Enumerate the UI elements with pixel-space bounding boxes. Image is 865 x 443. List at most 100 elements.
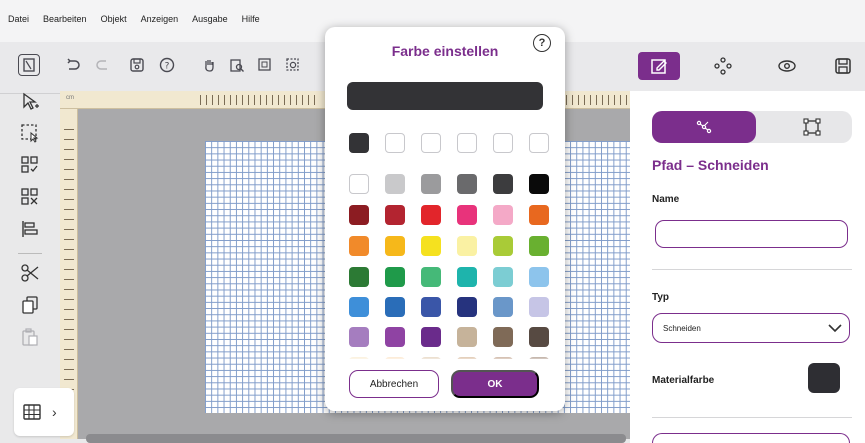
palette-color-swatch[interactable] xyxy=(421,267,441,287)
palette-color-swatch[interactable] xyxy=(493,205,513,225)
menu-hilfe[interactable]: Hilfe xyxy=(242,14,260,24)
palette-color-swatch[interactable] xyxy=(385,236,405,256)
material-color-swatch[interactable] xyxy=(808,363,840,393)
menu-bearbeiten[interactable]: Bearbeiten xyxy=(43,14,87,24)
recent-color-swatch[interactable] xyxy=(457,133,477,153)
palette-color-swatch[interactable] xyxy=(493,327,513,347)
material-label: Materialfarbe xyxy=(652,375,715,386)
zoom-fit-button[interactable] xyxy=(254,54,276,76)
tab-preview[interactable] xyxy=(766,52,808,80)
palette-color-swatch[interactable] xyxy=(349,327,369,347)
path-mode-toggle xyxy=(652,111,852,143)
name-input[interactable] xyxy=(655,220,848,248)
zoom-selection-icon xyxy=(286,58,299,71)
menu-datei[interactable]: Datei xyxy=(8,14,29,24)
palette-color-swatch[interactable] xyxy=(349,236,369,256)
palette-color-swatch[interactable] xyxy=(349,297,369,317)
mode-bounds-button[interactable] xyxy=(782,111,842,143)
tab-arrange[interactable] xyxy=(702,52,744,80)
palette-color-swatch[interactable] xyxy=(349,205,369,225)
dialog-title: Farbe einstellen xyxy=(391,43,499,59)
zoom-selection-button[interactable] xyxy=(282,54,304,76)
palette-color-swatch[interactable] xyxy=(421,327,441,347)
tab-edit[interactable] xyxy=(638,52,680,80)
chevron-down-icon xyxy=(828,324,842,333)
cancel-button[interactable]: Abbrechen xyxy=(349,370,439,398)
help-button[interactable]: ? xyxy=(156,54,178,76)
pointer-plus-icon xyxy=(23,92,39,110)
palette-color-swatch[interactable] xyxy=(529,297,549,317)
palette-color-swatch[interactable] xyxy=(529,174,549,194)
recent-color-swatch[interactable] xyxy=(493,133,513,153)
palette-color-swatch[interactable] xyxy=(385,174,405,194)
redo-button[interactable] xyxy=(92,54,114,76)
save-button[interactable] xyxy=(126,54,148,76)
recent-color-swatch[interactable] xyxy=(349,133,369,153)
palette-color-swatch[interactable] xyxy=(457,267,477,287)
horizontal-scrollbar[interactable] xyxy=(86,434,626,443)
library-button[interactable] xyxy=(18,54,40,76)
ungroup-tool[interactable] xyxy=(19,186,41,208)
svg-text:?: ? xyxy=(165,62,170,72)
palette-color-swatch[interactable] xyxy=(457,236,477,256)
palette-color-swatch[interactable] xyxy=(385,327,405,347)
mode-path-button[interactable] xyxy=(652,111,756,143)
palette-color-swatch[interactable] xyxy=(385,205,405,225)
palette-color-swatch[interactable] xyxy=(349,174,369,194)
palette-color-swatch[interactable] xyxy=(529,236,549,256)
pan-button[interactable] xyxy=(198,54,220,76)
group-tool[interactable] xyxy=(19,154,41,176)
ok-button[interactable]: OK xyxy=(451,370,539,398)
ungroup-icon xyxy=(21,188,38,205)
palette-color-swatch[interactable] xyxy=(421,236,441,256)
zoom-button[interactable] xyxy=(226,54,248,76)
panel-bottom-field[interactable] xyxy=(652,433,850,443)
type-select-value: Schneiden xyxy=(663,323,701,333)
dialog-help-button[interactable]: ? xyxy=(533,34,551,52)
tab-output[interactable] xyxy=(822,52,864,80)
marquee-tool[interactable] xyxy=(19,122,41,144)
palette-color-swatch[interactable] xyxy=(421,205,441,225)
menu-objekt[interactable]: Objekt xyxy=(101,14,127,24)
cut-tool[interactable] xyxy=(19,262,41,284)
color-dialog: Farbe einstellen ? Abbrechen OK xyxy=(325,27,565,411)
recent-color-swatch[interactable] xyxy=(385,133,405,153)
palette-color-swatch[interactable] xyxy=(385,297,405,317)
palette-color-swatch[interactable] xyxy=(493,267,513,287)
palette-color-swatch[interactable] xyxy=(421,174,441,194)
grid-toggle-panel[interactable]: › xyxy=(14,388,74,436)
zoom-fit-icon xyxy=(258,58,271,71)
type-select[interactable]: Schneiden xyxy=(652,313,850,343)
select-tool[interactable] xyxy=(19,90,41,112)
palette-color-swatch[interactable] xyxy=(457,327,477,347)
menu-anzeigen[interactable]: Anzeigen xyxy=(141,14,179,24)
palette-color-swatch[interactable] xyxy=(493,174,513,194)
save-icon xyxy=(130,58,144,72)
palette-color-swatch[interactable] xyxy=(457,297,477,317)
undo-button[interactable] xyxy=(62,54,84,76)
palette-color-swatch[interactable] xyxy=(529,205,549,225)
menu-ausgabe[interactable]: Ausgabe xyxy=(192,14,228,24)
bounding-box-icon xyxy=(803,118,821,136)
dialog-footer: Abbrechen OK xyxy=(325,359,565,411)
palette-color-swatch[interactable] xyxy=(493,297,513,317)
palette-color-swatch[interactable] xyxy=(457,205,477,225)
name-label: Name xyxy=(652,194,680,205)
grid-icon xyxy=(23,404,41,420)
palette-color-swatch[interactable] xyxy=(385,267,405,287)
recent-color-swatch[interactable] xyxy=(421,133,441,153)
zoom-page-icon xyxy=(230,59,244,72)
palette-color-swatch[interactable] xyxy=(349,267,369,287)
palette-color-swatch[interactable] xyxy=(529,267,549,287)
palette-color-swatch[interactable] xyxy=(421,297,441,317)
palette-color-swatch[interactable] xyxy=(457,174,477,194)
panel-tabs xyxy=(630,42,865,94)
palette-color-swatch[interactable] xyxy=(493,236,513,256)
paste-tool[interactable] xyxy=(19,326,41,348)
type-label: Typ xyxy=(652,292,670,303)
save-disk-icon xyxy=(835,58,851,74)
copy-tool[interactable] xyxy=(19,294,41,316)
align-tool[interactable] xyxy=(19,218,41,240)
recent-color-swatch[interactable] xyxy=(529,133,549,153)
palette-color-swatch[interactable] xyxy=(529,327,549,347)
